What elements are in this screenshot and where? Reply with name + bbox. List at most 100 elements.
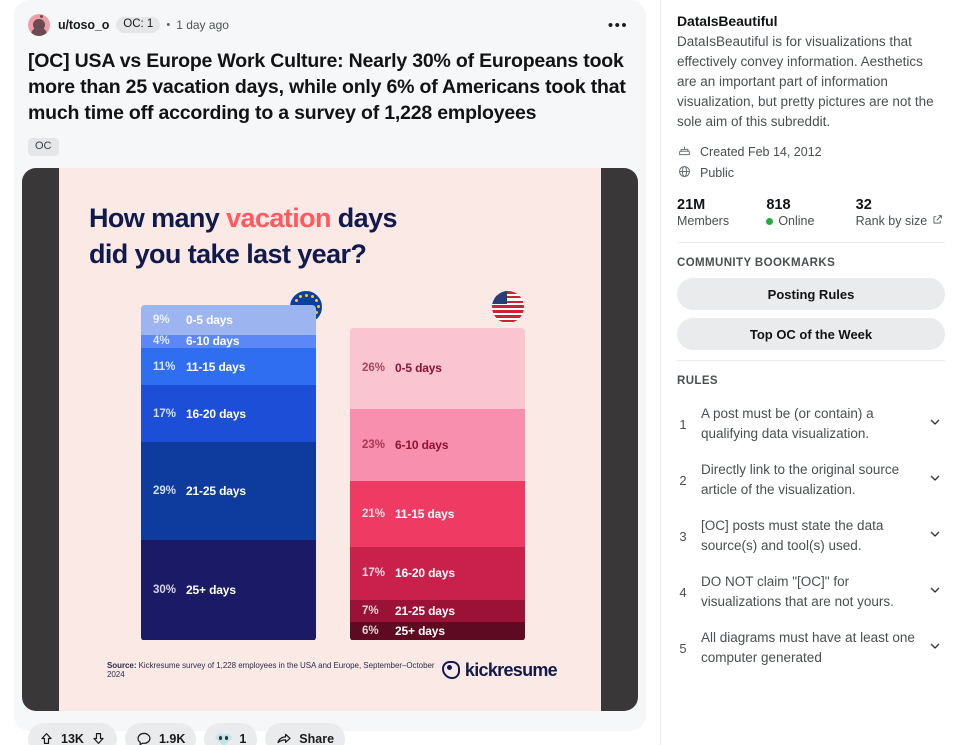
- stat-online: 818 Online: [766, 197, 855, 228]
- community-name: DataIsBeautiful: [677, 13, 778, 29]
- bar-segment: 29% 21-25 days: [141, 442, 316, 540]
- bar-segment: 7% 21-25 days: [350, 599, 525, 622]
- stat-rank: 32 Rank by size: [856, 197, 945, 228]
- rule-text: A post must be (or contain) a qualifying…: [701, 406, 874, 441]
- bar-segment: 17% 16-20 days: [141, 385, 316, 443]
- external-link-icon: [932, 214, 943, 228]
- brand-name: kickresume: [464, 659, 558, 680]
- award-count: 1: [239, 731, 247, 745]
- rule-text: All diagrams must have at least one comp…: [701, 630, 915, 665]
- oc-count-badge: OC: 1: [116, 17, 161, 33]
- bar-segment: 6% 25+ days: [350, 621, 525, 641]
- segment-label: 16-20 days: [186, 406, 246, 421]
- comments-button[interactable]: 1.9K: [124, 722, 197, 745]
- upvote-arrow-icon[interactable]: [39, 731, 54, 745]
- segment-label: 25+ days: [395, 624, 445, 639]
- visibility-row: Public: [677, 162, 945, 183]
- bar-segment: 21% 11-15 days: [350, 480, 525, 547]
- segment-percent: 17%: [153, 407, 177, 420]
- rule-item[interactable]: 4 DO NOT claim "[OC]" for visualizations…: [677, 564, 945, 620]
- segment-label: 11-15 days: [186, 359, 246, 374]
- rule-item[interactable]: 1 A post must be (or contain) a qualifyi…: [677, 396, 945, 452]
- rule-item[interactable]: 3 [OC] posts must state the data source(…: [677, 508, 945, 564]
- chevron-down-icon[interactable]: [927, 470, 945, 491]
- segment-percent: 9%: [153, 313, 170, 326]
- award-button[interactable]: 1: [204, 722, 258, 745]
- community-description: DataIsBeautiful is for visualizations th…: [677, 34, 934, 129]
- segment-percent: 17%: [362, 567, 386, 580]
- segment-percent: 4%: [153, 335, 170, 348]
- members-value: 21M: [677, 197, 706, 213]
- cake-icon: [677, 143, 692, 161]
- bookmark-top-oc[interactable]: Top OC of the Week: [677, 318, 945, 350]
- us-flag-canton: [492, 290, 507, 304]
- segment-percent: 7%: [362, 604, 379, 617]
- separator-dot: •: [166, 19, 171, 31]
- rule-number: 4: [679, 584, 687, 600]
- rank-label[interactable]: Rank by size: [856, 214, 945, 228]
- bar-segment: 30% 25+ days: [141, 539, 316, 641]
- segment-percent: 30%: [153, 584, 177, 597]
- post-actions: 13K 1.9K 1 Share: [22, 711, 638, 745]
- avatar-antenna: [40, 15, 43, 18]
- segment-percent: 11%: [153, 360, 176, 373]
- created-date: Created Feb 14, 2012: [700, 144, 822, 159]
- segment-percent: 29%: [153, 484, 177, 497]
- stat-members: 21M Members: [677, 197, 766, 228]
- source-prefix: Source:: [107, 661, 137, 670]
- segment-label: 16-20 days: [395, 566, 455, 581]
- share-button[interactable]: Share: [265, 722, 346, 745]
- rule-item[interactable]: 5 All diagrams must have at least one co…: [677, 620, 945, 676]
- comment-count: 1.9K: [158, 731, 186, 745]
- segment-percent: 21%: [362, 507, 386, 520]
- rule-number: 3: [679, 528, 687, 544]
- rank-label-text: Rank by size: [855, 214, 928, 228]
- post-card: u/toso_o OC: 1 • 1 day ago ••• [OC] USA …: [14, 0, 646, 745]
- bookmark-posting-rules[interactable]: Posting Rules: [677, 278, 945, 310]
- community-stats: 21M Members 818 Online 32 Rank by size: [677, 183, 945, 243]
- chevron-down-icon[interactable]: [927, 414, 945, 435]
- avatar[interactable]: [28, 14, 50, 36]
- source-detail: Kickresume survey of 1,228 employees in …: [107, 661, 435, 679]
- rule-item[interactable]: 2 Directly link to the original source a…: [677, 452, 945, 508]
- segment-label: 21-25 days: [395, 603, 455, 618]
- flair-row: OC: [22, 126, 638, 156]
- more-options-button[interactable]: •••: [604, 11, 632, 39]
- post-flair-oc[interactable]: OC: [28, 138, 59, 156]
- online-value: 818: [766, 197, 791, 213]
- rule-text: [OC] posts must state the data source(s)…: [701, 518, 884, 553]
- post-image[interactable]: How many vacation days did you take last…: [22, 167, 638, 711]
- rank-value: 32: [855, 197, 872, 213]
- created-row: Created Feb 14, 2012: [677, 141, 945, 162]
- online-label: Online: [766, 214, 855, 228]
- rule-number: 5: [679, 640, 687, 656]
- kickresume-mark-icon: [441, 661, 460, 679]
- bar-segment: 26% 0-5 days: [350, 327, 525, 409]
- share-arrow-icon: [276, 731, 292, 745]
- bar-segment: 11% 11-15 days: [141, 348, 316, 386]
- segment-percent: 26%: [362, 362, 386, 375]
- rule-text: DO NOT claim "[OC]" for visualizations t…: [701, 574, 894, 609]
- rule-number: 1: [679, 416, 687, 432]
- segment-percent: 6%: [362, 625, 379, 638]
- bar-europe: 9% 0-5 days 4% 6-10 days 11% 11-15 days 17% 16-…: [141, 304, 316, 641]
- downvote-arrow-icon[interactable]: [91, 731, 106, 745]
- rule-text: Directly link to the original source art…: [701, 462, 900, 497]
- post-title[interactable]: [OC] USA vs Europe Work Culture: Nearly …: [22, 40, 638, 126]
- rules-section: RULES 1 A post must be (or contain) a qu…: [677, 360, 945, 676]
- heart-eyes-award-icon: [215, 731, 233, 745]
- post-author[interactable]: u/toso_o: [58, 18, 109, 32]
- comment-bubble-icon: [136, 731, 152, 745]
- avatar-body: [31, 27, 47, 36]
- chevron-down-icon[interactable]: [927, 638, 945, 659]
- community-meta: Created Feb 14, 2012 Public: [677, 132, 945, 183]
- segment-label: 6-10 days: [186, 334, 240, 349]
- chevron-down-icon[interactable]: [927, 582, 945, 603]
- rule-number: 2: [679, 472, 687, 488]
- rules-heading: RULES: [677, 375, 718, 387]
- segment-percent: 23%: [362, 438, 386, 451]
- vote-count: 13K: [61, 731, 84, 745]
- share-label: Share: [299, 731, 335, 745]
- online-status-dot: [766, 217, 774, 225]
- chevron-down-icon[interactable]: [927, 526, 945, 547]
